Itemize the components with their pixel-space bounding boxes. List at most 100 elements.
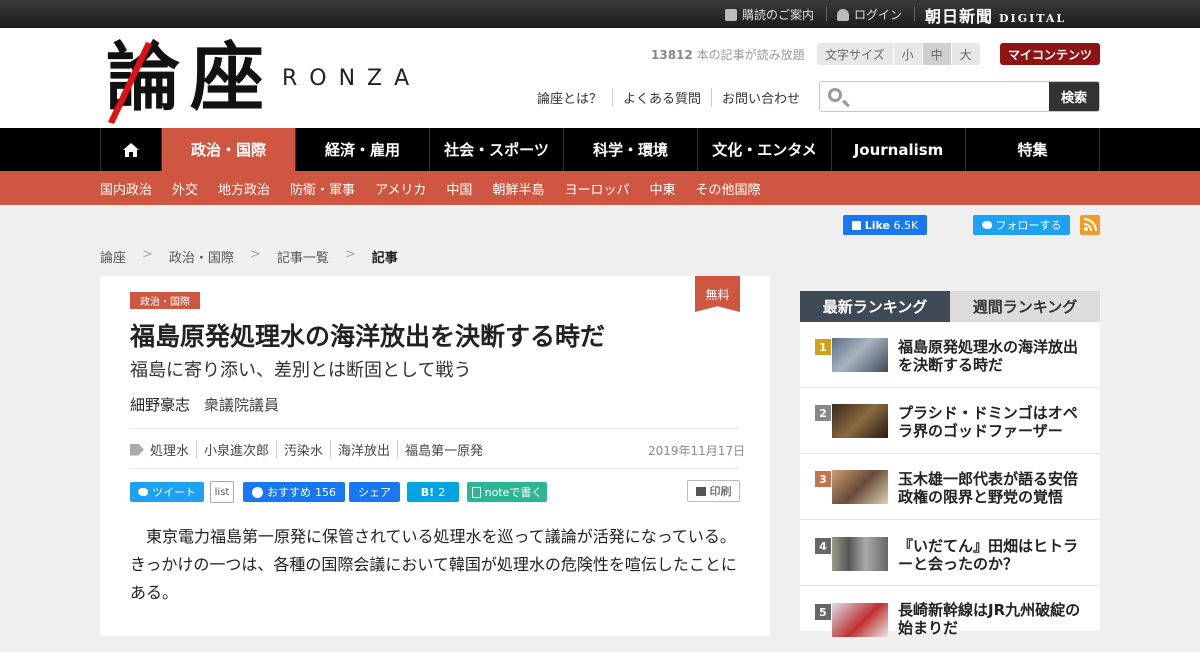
search-input[interactable] [852, 82, 1048, 111]
note-label: noteで書く [484, 486, 543, 499]
note-button[interactable]: noteで書く [467, 482, 547, 502]
hatena-count: 2 [438, 485, 446, 499]
nav-tab-culture[interactable]: 文化・エンタメ [698, 128, 832, 171]
subscription-guide-link[interactable]: 購読のご案内 [725, 6, 814, 23]
ranking-item[interactable]: 4 『いだてん』田畑はヒトラーと会ったのか？ [800, 520, 1100, 586]
article-subtitle: 福島に寄り添い、差別とは断固として戦う [130, 360, 472, 381]
font-size-medium[interactable]: 中 [922, 43, 952, 65]
tab-latest-ranking[interactable]: 最新ランキング [800, 291, 950, 322]
divider [130, 468, 740, 469]
article-title: 福島原発処理水の海洋放出を決断する時だ [130, 322, 606, 351]
facebook-like-button[interactable]: Like 6.5K [843, 215, 927, 235]
subnav-item[interactable]: その他国際 [695, 179, 760, 198]
subnav-item[interactable]: 外交 [172, 179, 198, 198]
nav-tab-special[interactable]: 特集 [966, 128, 1100, 171]
ranking-title: プラシド・ドミンゴはオペラ界のゴッドファーザー [898, 404, 1078, 440]
ranking-item[interactable]: 5 長崎新幹線はJR九州破綻の始まりだ [800, 586, 1100, 652]
divider [914, 7, 915, 21]
nav-tab-society[interactable]: 社会・スポーツ [430, 128, 564, 171]
tag-list: 処理水 小泉進次郎 汚染水 海洋放出 福島第一原発 [130, 440, 490, 459]
print-button[interactable]: 印刷 [687, 480, 740, 502]
facebook-share-button[interactable]: シェア [349, 482, 400, 502]
login-link[interactable]: ログイン [837, 6, 902, 23]
breadcrumb-separator: > [344, 247, 356, 262]
publish-date: 2019年11月17日 [648, 444, 746, 458]
about-link[interactable]: 論座とは？ [537, 88, 612, 107]
hatena-bookmark-button[interactable]: B! 2 [407, 482, 459, 502]
tab-weekly-ranking[interactable]: 週間ランキング [950, 291, 1100, 322]
ranking-title: 玉木雄一郎代表が語る安倍政権の限界と野党の覚悟 [898, 470, 1079, 506]
ronza-logo[interactable]: 論 座 [106, 38, 276, 124]
nav-home[interactable] [101, 128, 162, 171]
tag-link[interactable]: 海洋放出 [330, 440, 397, 459]
nav-tab-economy[interactable]: 経済・雇用 [296, 128, 430, 171]
article-card: 政治・国際 無料 福島原発処理水の海洋放出を決断する時だ 福島に寄り添い、差別と… [100, 276, 770, 636]
ranking-thumbnail [832, 470, 888, 504]
site-header: 論 座 RONZA 13812 本の記事が読み放題 文字サイズ 小 中 大 マイ… [0, 28, 1200, 128]
home-icon [123, 142, 139, 157]
divider [826, 7, 827, 21]
breadcrumb-item[interactable]: 論座 [100, 247, 126, 266]
nav-tab-science[interactable]: 科学・環境 [564, 128, 698, 171]
font-size-small[interactable]: 小 [893, 43, 923, 65]
search-box: 検索 [819, 81, 1100, 112]
facebook-recommend-button[interactable]: おすすめ 156 [243, 482, 345, 502]
twitter-list-button[interactable]: list [210, 481, 234, 503]
rank-number: 3 [815, 471, 831, 487]
tag-link[interactable]: 処理水 [150, 440, 196, 459]
ranking-thumbnail [832, 404, 888, 438]
tag-link[interactable]: 福島第一原発 [397, 440, 490, 459]
tag-link[interactable]: 汚染水 [276, 440, 330, 459]
hatena-icon: B! [420, 485, 435, 499]
fb-like-label: Like [864, 218, 891, 232]
rank-number: 2 [815, 405, 831, 421]
my-contents-button[interactable]: マイコンテンツ [1000, 43, 1100, 65]
header-links: 論座とは？ よくある質問 お問い合わせ [537, 88, 810, 107]
faq-link[interactable]: よくある質問 [612, 88, 711, 107]
author-name[interactable]: 細野豪志 [130, 396, 190, 414]
contact-link[interactable]: お問い合わせ [711, 88, 810, 107]
ranking-item[interactable]: 3 玉木雄一郎代表が語る安倍政権の限界と野党の覚悟 [800, 454, 1100, 520]
subnav-item[interactable]: 防衛・軍事 [290, 179, 355, 198]
ranking-item[interactable]: 1 福島原発処理水の海洋放出を決断する時だ [800, 322, 1100, 388]
subnav-item[interactable]: ヨーロッパ [564, 179, 629, 198]
ranking-item[interactable]: 2 プラシド・ドミンゴはオペラ界のゴッドファーザー [800, 388, 1100, 454]
subnav-item[interactable]: 中東 [649, 179, 675, 198]
tw-follow-label: フォローする [995, 219, 1062, 232]
search-button[interactable]: 検索 [1049, 82, 1099, 111]
twitter-bird-icon [138, 488, 148, 496]
nav-tab-politics[interactable]: 政治・国際 [162, 128, 296, 171]
divider [130, 428, 740, 429]
subnav-item[interactable]: 国内政治 [100, 179, 152, 198]
ranking-thumbnail [832, 603, 888, 637]
read-count-number: 13812 [651, 48, 693, 62]
tweet-button[interactable]: ツイート [130, 482, 204, 502]
rss-button[interactable] [1080, 215, 1100, 235]
breadcrumb-separator: > [249, 247, 261, 262]
subscription-guide-label: 購読のご案内 [742, 8, 815, 22]
subnav-item[interactable]: アメリカ [375, 179, 426, 198]
breadcrumb: 論座 > 政治・国際 > 記事一覧 > 記事 [100, 247, 398, 266]
tag-link[interactable]: 小泉進次郎 [196, 440, 276, 459]
twitter-follow-button[interactable]: フォローする [973, 215, 1070, 235]
subnav-item[interactable]: 中国 [446, 179, 472, 198]
asahi-digital-logo[interactable]: 朝日新聞 DIGITAL [925, 3, 1066, 27]
rank-number: 4 [815, 538, 831, 554]
facebook-icon [252, 486, 263, 498]
lock-icon [837, 8, 849, 21]
tweet-label: ツイート [152, 486, 196, 499]
nav-tab-journalism[interactable]: Journalism [832, 128, 966, 171]
global-nav: 政治・国際 経済・雇用 社会・スポーツ 科学・環境 文化・エンタメ Journa… [0, 128, 1200, 171]
ranking-title: 長崎新幹線はJR九州破綻の始まりだ [898, 601, 1081, 637]
fb-recommend-label: おすすめ [267, 486, 311, 499]
breadcrumb-item[interactable]: 政治・国際 [169, 247, 234, 266]
author-role: 衆議院議員 [204, 396, 280, 414]
rank-number: 5 [815, 604, 831, 620]
breadcrumb-item[interactable]: 記事一覧 [277, 247, 329, 266]
font-size-large[interactable]: 大 [951, 43, 981, 65]
subnav-item[interactable]: 朝鮮半島 [492, 179, 544, 198]
tag-icon [130, 443, 144, 456]
ranking-title: 『いだてん』田畑はヒトラーと会ったのか？ [898, 537, 1079, 573]
category-badge[interactable]: 政治・国際 [130, 292, 200, 309]
subnav-item[interactable]: 地方政治 [218, 179, 270, 198]
